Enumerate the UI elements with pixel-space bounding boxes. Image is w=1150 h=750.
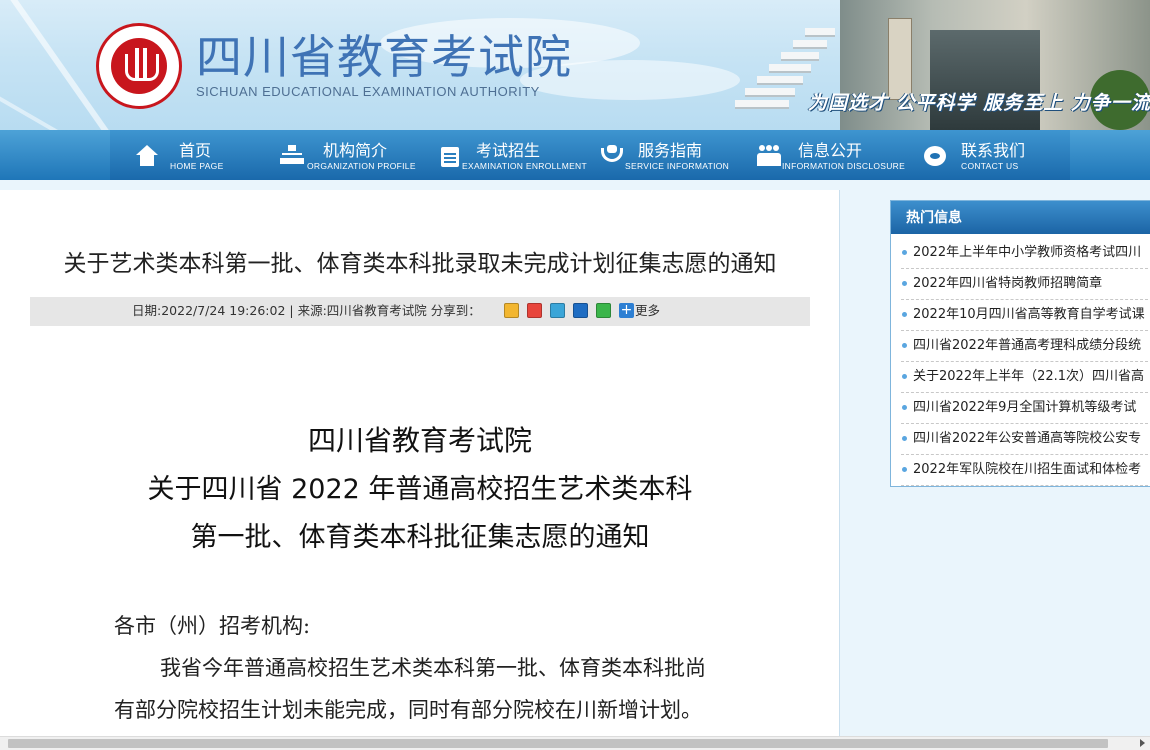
building-entrance bbox=[930, 30, 1040, 130]
article-title: 关于艺术类本科第一批、体育类本科批录取未完成计划征集志愿的通知 bbox=[63, 251, 777, 277]
light-ray-decoration bbox=[0, 63, 64, 130]
hot-info-item[interactable]: 关于2022年上半年（22.1次）四川省高 bbox=[901, 362, 1150, 393]
site-header: 四川省教育考试院 SICHUAN EDUCATIONAL EXAMINATION… bbox=[0, 0, 1150, 130]
header-slogan: 为国选才 公平科学 服务至上 力争一流 bbox=[808, 92, 1150, 114]
wechat-share-icon[interactable] bbox=[596, 303, 611, 318]
weibo-share-icon[interactable] bbox=[527, 303, 542, 318]
hot-info-item[interactable]: 四川省2022年普通高考理科成绩分段统 bbox=[901, 331, 1150, 362]
nav-label: 服务指南 bbox=[638, 141, 703, 160]
hot-info-item[interactable]: 2022年10月四川省高等教育自学考试课 bbox=[901, 300, 1150, 331]
hot-info-item[interactable]: 2022年上半年中小学教师资格考试四川 bbox=[901, 238, 1150, 269]
site-logo-title[interactable]: 四川省教育考试院 bbox=[196, 32, 572, 82]
hot-info-item[interactable]: 2022年军队院校在川招生面试和体检考 bbox=[901, 455, 1150, 486]
horizontal-scrollbar[interactable] bbox=[0, 736, 1150, 750]
hot-info-link[interactable]: 四川省2022年9月全国计算机等级考试 bbox=[913, 399, 1136, 416]
handshake-icon bbox=[601, 145, 625, 167]
nav-label: 机构简介 bbox=[323, 141, 388, 160]
hot-info-link[interactable]: 2022年上半年中小学教师资格考试四川 bbox=[913, 244, 1141, 261]
hot-info-sidebar: 热门信息 2022年上半年中小学教师资格考试四川 2022年四川省特岗教师招聘简… bbox=[890, 200, 1150, 487]
share-icons bbox=[504, 303, 619, 319]
tencent-weibo-share-icon[interactable] bbox=[550, 303, 565, 318]
bullet-icon bbox=[902, 405, 907, 410]
nav-label-en: CONTACT US bbox=[961, 161, 1019, 171]
authority-seal-logo[interactable] bbox=[96, 23, 182, 109]
document-paragraph-line: 我省今年普通高校招生艺术类本科第一批、体育类本科批尚 bbox=[160, 656, 706, 680]
nav-label: 信息公开 bbox=[798, 141, 863, 160]
hot-info-link[interactable]: 2022年10月四川省高等教育自学考试课 bbox=[913, 306, 1145, 323]
people-icon bbox=[757, 145, 781, 167]
bullet-icon bbox=[902, 250, 907, 255]
hot-info-link[interactable]: 2022年军队院校在川招生面试和体检考 bbox=[913, 461, 1141, 478]
hot-info-item[interactable]: 四川省2022年公安普通高等院校公安专 bbox=[901, 424, 1150, 455]
hot-info-item[interactable]: 四川省2022年9月全国计算机等级考试 bbox=[901, 393, 1150, 424]
nav-item-exam-enrollment[interactable]: 考试招生 EXAMINATION ENROLLMENT bbox=[438, 130, 593, 180]
share-more-link[interactable]: + 更多 bbox=[619, 303, 660, 319]
nav-item-information[interactable]: 信息公开 INFORMATION DISCLOSURE bbox=[757, 130, 917, 180]
bullet-icon bbox=[902, 281, 907, 286]
hot-info-list: 2022年上半年中小学教师资格考试四川 2022年四川省特岗教师招聘简章 202… bbox=[891, 238, 1150, 486]
bullet-icon bbox=[902, 436, 907, 441]
article-meta: 日期:2022/7/24 19:26:02 | 来源:四川省教育考试院 分享到： bbox=[132, 303, 481, 318]
scrollbar-thumb[interactable] bbox=[8, 739, 1108, 748]
renren-share-icon[interactable] bbox=[573, 303, 588, 318]
sidebar-title: 热门信息 bbox=[906, 210, 962, 226]
document-issuer: 四川省教育考试院 bbox=[307, 424, 532, 457]
nav-label: 联系我们 bbox=[961, 141, 1026, 160]
article-meta-bar: 日期:2022/7/24 19:26:02 | 来源:四川省教育考试院 分享到：… bbox=[30, 297, 810, 326]
phone-icon bbox=[924, 145, 948, 167]
nav-item-service[interactable]: 服务指南 SERVICE INFORMATION bbox=[601, 130, 741, 180]
hot-info-link[interactable]: 2022年四川省特岗教师招聘简章 bbox=[913, 275, 1102, 292]
organization-icon bbox=[280, 145, 304, 167]
hot-info-link[interactable]: 四川省2022年公安普通高等院校公安专 bbox=[913, 430, 1141, 447]
seal-emblem-icon bbox=[111, 38, 167, 94]
exam-icon bbox=[438, 145, 462, 167]
bullet-icon bbox=[902, 343, 907, 348]
scroll-right-arrow-icon[interactable] bbox=[1140, 739, 1145, 747]
nav-item-home[interactable]: 首页 HOME PAGE bbox=[135, 130, 245, 180]
home-icon bbox=[135, 145, 159, 167]
main-navigation: 首页 HOME PAGE 机构简介 ORGANIZATION PROFILE 考… bbox=[0, 130, 1150, 180]
bullet-icon bbox=[902, 312, 907, 317]
document-title-line1: 关于四川省 2022 年普通高校招生艺术类本科 bbox=[147, 474, 693, 505]
nav-label-en: HOME PAGE bbox=[170, 161, 224, 171]
nav-label-en: EXAMINATION ENROLLMENT bbox=[462, 161, 587, 171]
nav-label: 考试招生 bbox=[476, 141, 541, 160]
nav-item-contact[interactable]: 联系我们 CONTACT US bbox=[924, 130, 1054, 180]
nav-label-en: ORGANIZATION PROFILE bbox=[307, 161, 416, 171]
document-title-line2: 第一批、体育类本科批征集志愿的通知 bbox=[190, 522, 650, 553]
document-salutation: 各市（州）招考机构: bbox=[114, 614, 311, 638]
hot-info-link[interactable]: 关于2022年上半年（22.1次）四川省高 bbox=[913, 368, 1144, 385]
bullet-icon bbox=[902, 374, 907, 379]
share-more-label: 更多 bbox=[635, 303, 661, 318]
hot-info-item[interactable]: 2022年四川省特岗教师招聘简章 bbox=[901, 269, 1150, 300]
hot-info-link[interactable]: 四川省2022年普通高考理科成绩分段统 bbox=[913, 337, 1141, 354]
nav-label-en: INFORMATION DISCLOSURE bbox=[782, 161, 906, 171]
bullet-icon bbox=[902, 467, 907, 472]
nav-label-en: SERVICE INFORMATION bbox=[625, 161, 730, 171]
sidebar-header: 热门信息 bbox=[891, 201, 1150, 234]
nav-label: 首页 bbox=[179, 141, 212, 160]
nav-item-organization[interactable]: 机构简介 ORGANIZATION PROFILE bbox=[280, 130, 430, 180]
site-logo-subtitle: SICHUAN EDUCATIONAL EXAMINATION AUTHORIT… bbox=[196, 84, 540, 99]
nav-inner: 首页 HOME PAGE 机构简介 ORGANIZATION PROFILE 考… bbox=[110, 130, 1070, 180]
plus-icon: + bbox=[619, 302, 634, 318]
document-paragraph-line: 有部分院校招生计划未能完成，同时有部分院校在川新增计划。 bbox=[114, 698, 702, 722]
qzone-share-icon[interactable] bbox=[504, 303, 519, 318]
